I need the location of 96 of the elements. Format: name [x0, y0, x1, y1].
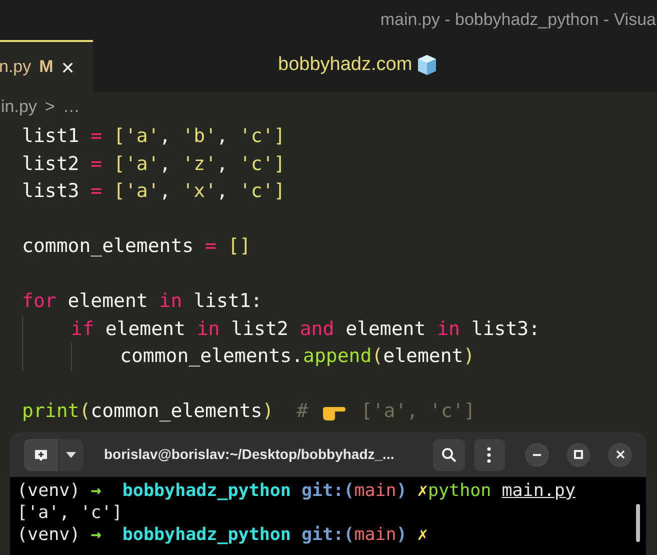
code-token: , [216, 152, 229, 176]
menu-icon [487, 446, 492, 462]
terminal-text: python [428, 480, 492, 502]
code-token: , [159, 179, 172, 204]
code-token: [ [114, 179, 125, 204]
search-icon [440, 446, 457, 462]
breadcrumb-item[interactable]: … [62, 94, 80, 120]
code-token: element [344, 316, 427, 342]
terminal-text: ) [396, 524, 407, 546]
ice-cube-icon [416, 53, 438, 78]
code-token: element [383, 344, 464, 369]
code-token: [ [114, 152, 125, 176]
code-token: element [104, 316, 186, 342]
modified-label: M [39, 56, 54, 78]
code-token: element [66, 289, 149, 314]
code-token: ] [274, 152, 286, 176]
terminal-text: → [90, 524, 102, 546]
code-token: list1 [22, 124, 80, 149]
editor-tab[interactable]: n.py M × [0, 40, 93, 92]
code-token: 'x' [182, 179, 217, 204]
code-token: common_elements. [120, 344, 304, 369]
code-token: ) [463, 344, 475, 369]
code-token: list1: [192, 289, 262, 314]
close-tab-button[interactable]: × [61, 50, 74, 84]
search-button[interactable] [433, 438, 465, 470]
code-token: ] [274, 124, 286, 149]
code-token: 'z' [182, 152, 217, 176]
tab-label[interactable]: n.py [0, 54, 32, 80]
code-token: , [159, 152, 172, 176]
terminal-text: main.py [502, 480, 576, 502]
code-token: in [159, 289, 182, 314]
terminal-text: git:( [302, 524, 354, 546]
code-token: ['a', 'c'] [360, 399, 476, 424]
new-tab-icon [34, 448, 48, 460]
code-token: = [90, 179, 104, 204]
code-token: 'a' [124, 152, 160, 176]
close-button[interactable] [608, 442, 632, 466]
terminal-text: ) [396, 480, 407, 502]
terminal-text: (venv) [17, 480, 82, 502]
maximize-button[interactable] [566, 442, 590, 466]
terminal-title: borislav@borislav:~/Desktop/bobbyhadz_... [104, 445, 396, 464]
close-icon [616, 450, 625, 459]
code-token: , [216, 179, 229, 204]
caret-icon [66, 452, 76, 458]
code-token: , [159, 124, 172, 149]
code-token: in [196, 316, 220, 342]
minimize-icon [532, 454, 541, 456]
code-token: = [205, 234, 218, 259]
terminal-text: bobbyhadz_python [121, 524, 292, 546]
code-token: list2 [22, 152, 80, 176]
terminal-text: main [354, 524, 396, 546]
code-token: and [300, 316, 334, 342]
code-token: ( [372, 344, 384, 369]
terminal-text: (venv) [17, 524, 82, 546]
code-token: common_elements [22, 234, 195, 259]
terminal-text: ✗ [416, 480, 428, 502]
scrollbar[interactable] [636, 504, 640, 542]
code-token: 'c' [239, 179, 274, 204]
new-tab-button[interactable] [24, 438, 58, 470]
code-token: # [296, 399, 310, 424]
code-token: list2 [230, 316, 290, 342]
code-token: 'b' [182, 124, 217, 149]
code-token: common_elements [90, 399, 262, 424]
code-token: ] [274, 179, 286, 204]
menu-button[interactable] [474, 438, 506, 470]
code-token: if [71, 316, 94, 342]
code-token: append [303, 344, 372, 369]
breadcrumb-separator: > [44, 96, 55, 118]
code-token: = [90, 124, 104, 149]
code-token: , [216, 124, 229, 149]
code-token: [ [114, 124, 125, 149]
code-token: ( [79, 399, 91, 424]
code-token: = [90, 152, 104, 176]
dropdown-button[interactable] [59, 438, 83, 470]
code-token: 'a' [124, 124, 160, 149]
code-token: list3 [22, 179, 80, 204]
code-token: 'c' [239, 152, 274, 176]
code-token: in [437, 316, 460, 342]
code-token: 'a' [124, 179, 160, 204]
terminal-text: git:( [302, 480, 354, 502]
terminal-text: bobbyhadz_python [121, 480, 292, 502]
window-title: main.py - bobbyhadz_python - Visua [380, 9, 657, 32]
site-name: bobbyhadz.com [278, 53, 412, 77]
terminal-text: main [354, 480, 396, 502]
code-token: list3: [470, 316, 540, 342]
minimize-button[interactable] [525, 442, 549, 466]
maximize-icon [574, 450, 584, 459]
terminal-text: ✗ [416, 524, 428, 546]
code-token: ) [262, 399, 274, 424]
code-token: 'c' [239, 124, 274, 149]
terminal-text: ['a', 'c'] [17, 502, 122, 524]
code-token: print [22, 399, 80, 424]
code-token: [] [228, 234, 251, 259]
breadcrumb-item[interactable]: in.py [1, 94, 37, 120]
code-token: for [22, 289, 56, 314]
terminal-text: → [90, 480, 102, 502]
